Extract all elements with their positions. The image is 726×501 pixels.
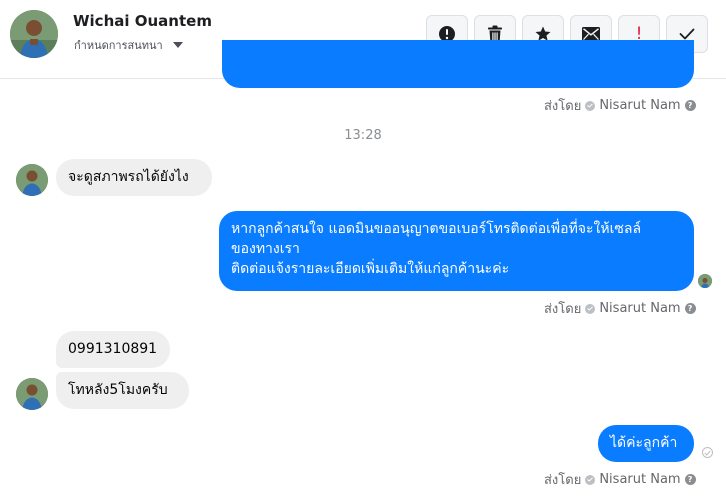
sender-name[interactable]: Nisarut Nam bbox=[599, 472, 680, 487]
message-text: โทหลัง5โมงครับ bbox=[68, 382, 168, 398]
message-text: ได้ค่ะลูกค้า bbox=[610, 435, 678, 451]
contact-avatar-small[interactable] bbox=[16, 164, 48, 196]
incoming-message-bubble[interactable]: โทหลัง5โมงครับ bbox=[56, 372, 189, 409]
sent-by-prefix: ส่งโดย bbox=[544, 302, 582, 317]
incoming-message-bubble[interactable]: 0991310891 bbox=[56, 331, 170, 368]
message-text: จะดูสภาพรถได้ยังไง bbox=[68, 169, 189, 185]
conversation-settings-label: กำหนดการสนทนา bbox=[74, 39, 163, 52]
sender-name[interactable]: Nisarut Nam bbox=[599, 98, 680, 113]
help-icon[interactable]: ? bbox=[684, 474, 696, 485]
check-icon bbox=[585, 303, 596, 314]
sent-by-prefix: ส่งโดย bbox=[544, 473, 582, 488]
check-icon bbox=[585, 474, 596, 485]
seen-avatar bbox=[698, 274, 712, 288]
check-icon bbox=[585, 100, 596, 111]
contact-name[interactable]: Wichai Ouantem bbox=[73, 12, 212, 30]
envelope-icon bbox=[582, 27, 600, 41]
incoming-message-bubble[interactable]: จะดูสภาพรถได้ยังไง bbox=[56, 159, 212, 196]
contact-avatar[interactable] bbox=[10, 10, 58, 58]
sender-name[interactable]: Nisarut Nam bbox=[599, 301, 680, 316]
outgoing-message-bubble[interactable]: หากลูกค้าสนใจ แอดมินขออนุญาตขอเบอร์โทรติ… bbox=[219, 211, 694, 291]
message-text-line-1: หากลูกค้าสนใจ แอดมินขออนุญาตขอเบอร์โทรติ… bbox=[231, 221, 642, 237]
outgoing-message-bubble-previous[interactable] bbox=[222, 40, 694, 88]
contact-avatar-small[interactable] bbox=[16, 378, 48, 410]
sent-by-prefix: ส่งโดย bbox=[544, 99, 582, 114]
message-text: 0991310891 bbox=[68, 341, 158, 357]
timestamp-separator: 13:28 bbox=[344, 128, 382, 143]
message-text-line-2: ของทางเรา bbox=[231, 241, 300, 257]
chevron-down-icon bbox=[172, 42, 183, 48]
conversation-settings-dropdown[interactable]: กำหนดการสนทนา bbox=[74, 36, 183, 54]
help-icon[interactable]: ? bbox=[684, 100, 696, 111]
delivered-receipt-icon bbox=[702, 447, 713, 458]
sent-by-line: ส่งโดย Nisarut Nam ? bbox=[544, 95, 696, 116]
checkmark-icon bbox=[679, 28, 695, 40]
sent-by-line: ส่งโดย Nisarut Nam ? bbox=[544, 298, 696, 319]
outgoing-message-bubble[interactable]: ได้ค่ะลูกค้า bbox=[598, 425, 694, 462]
sent-by-line: ส่งโดย Nisarut Nam ? bbox=[544, 469, 696, 490]
message-text-line-3: ติดต่อแจ้งรายละเอียดเพิ่มเติมให้แก่ลูกค้… bbox=[231, 261, 510, 277]
help-icon[interactable]: ? bbox=[684, 303, 696, 314]
